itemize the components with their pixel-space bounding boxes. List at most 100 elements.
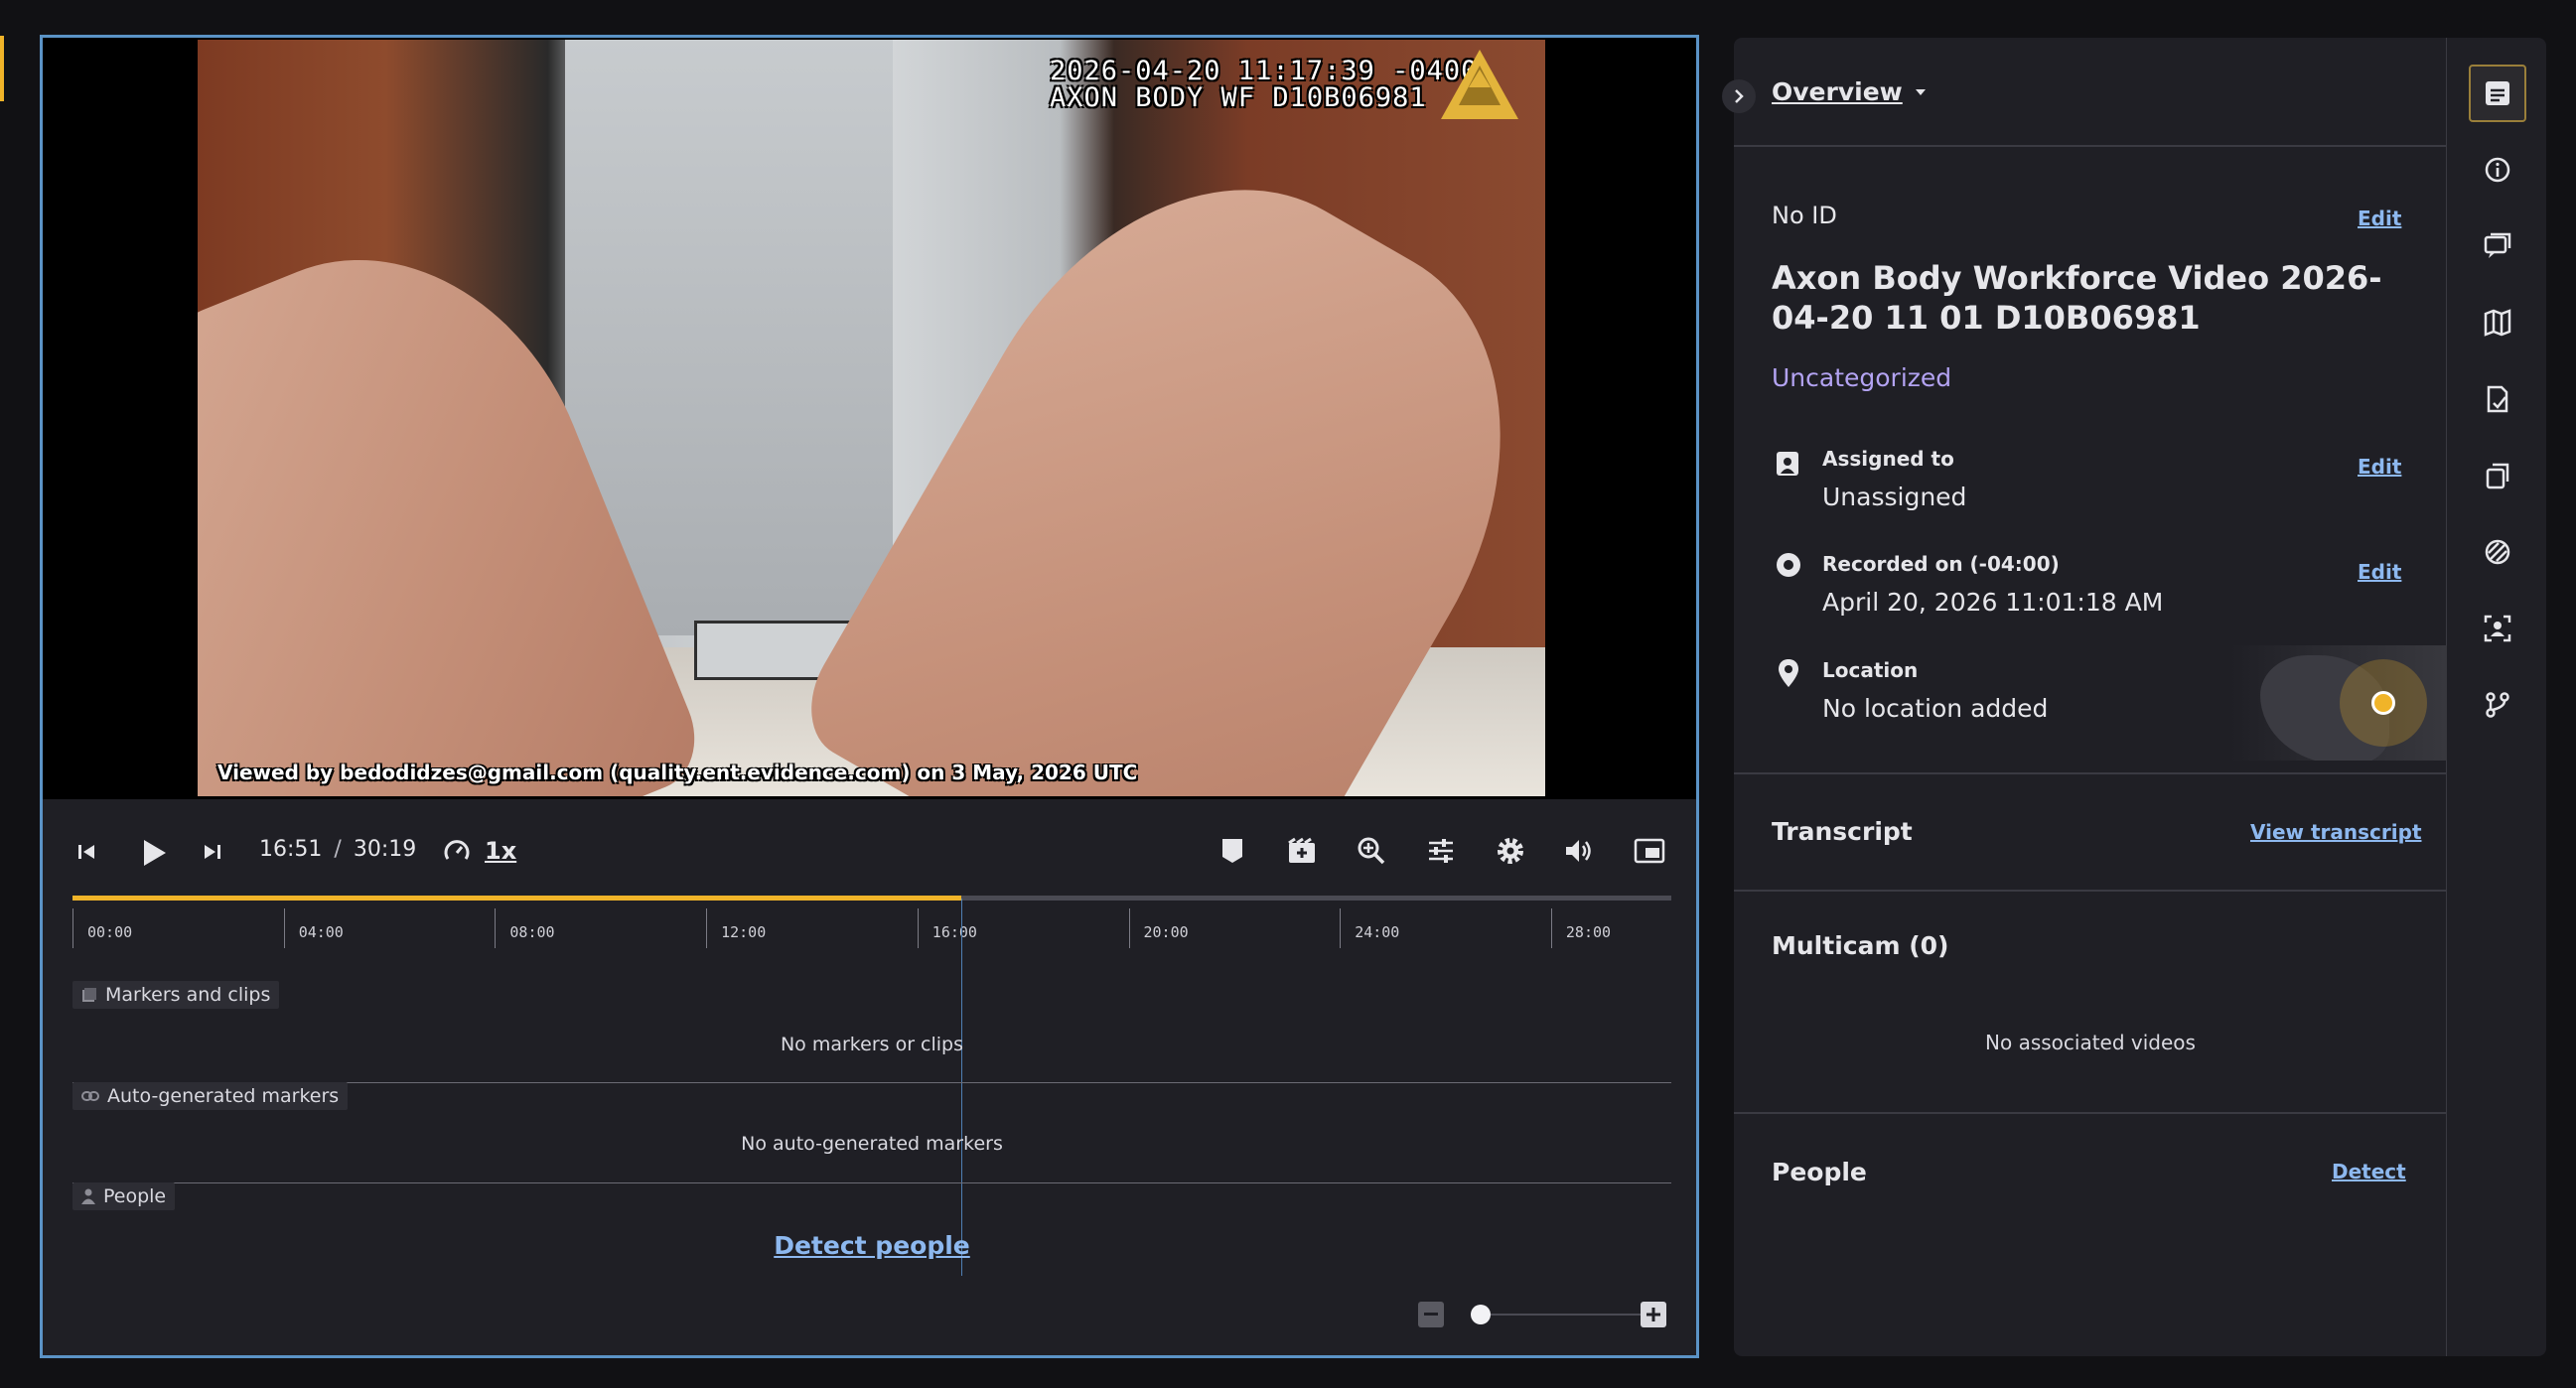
rail-info-button[interactable]	[2469, 141, 2526, 199]
zoom-slider-thumb[interactable]	[1471, 1305, 1491, 1324]
bookmark-icon	[1222, 839, 1242, 863]
timeline-tick-label: 28:00	[1565, 923, 1612, 941]
category-link[interactable]: Uncategorized	[1772, 363, 1951, 392]
volume-icon	[1566, 840, 1591, 862]
transcript-heading: Transcript	[1772, 817, 1913, 846]
rail-copies-button[interactable]	[2469, 447, 2526, 504]
collapse-panel-button[interactable]	[1722, 79, 1756, 113]
video-player: 2026-04-20 11:17:39 -0400 AXON BODY WF D…	[40, 35, 1699, 1358]
progress-track[interactable]	[72, 896, 1671, 901]
location-label: Location	[1822, 658, 1919, 682]
rail-redaction-button[interactable]	[2469, 523, 2526, 581]
gear-icon	[1498, 838, 1523, 864]
timeline-tick: 08:00	[495, 908, 555, 948]
volume-button[interactable]	[1560, 831, 1600, 871]
people-label: People	[103, 1185, 167, 1207]
timeline-tick: 16:00	[917, 908, 977, 948]
markers-empty-message: No markers or clips	[780, 1034, 964, 1055]
caret-down-icon	[1915, 88, 1926, 95]
location-map-thumbnail[interactable]	[2230, 645, 2447, 761]
timeline-tick-label: 24:00	[1355, 923, 1400, 941]
playback-speed[interactable]: 1x	[485, 837, 516, 865]
speed-gauge-button[interactable]	[440, 835, 474, 869]
adjustments-button[interactable]	[1421, 831, 1461, 871]
link-icon	[81, 1091, 99, 1101]
fullscreen-button[interactable]	[1630, 831, 1669, 871]
zoom-out-button[interactable]	[1418, 1302, 1444, 1327]
step-back-button[interactable]	[72, 837, 102, 867]
minus-icon	[1424, 1313, 1438, 1316]
auto-markers-empty-message: No auto-generated markers	[741, 1133, 1003, 1155]
detail-column: Overview No ID Edit Axon Body Workforce …	[1722, 38, 2447, 1356]
edit-id-link[interactable]: Edit	[2358, 207, 2401, 230]
app-root: 2026-04-20 11:17:39 -0400 AXON BODY WF D…	[0, 0, 2576, 1388]
assignee-badge-icon	[1777, 452, 1798, 476]
timeline-tick-label: 20:00	[1143, 923, 1189, 941]
people-heading: People	[1772, 1158, 1867, 1186]
timeline-ruler[interactable]: 00:00 04:00 08:00 12:00 16:00 20:00 24:00 28:00	[72, 908, 1671, 948]
timeline-tick-label: 00:00	[87, 923, 133, 941]
edit-assignee-link[interactable]: Edit	[2358, 455, 2401, 479]
assigned-label: Assigned to	[1822, 447, 1954, 471]
assigned-value: Unassigned	[1822, 483, 1967, 511]
overview-label: Overview	[1772, 77, 1903, 106]
time-display: 16:51 / 30:19	[259, 837, 416, 862]
marker-button[interactable]	[1213, 831, 1252, 871]
current-time: 16:51	[259, 837, 323, 862]
timeline-tick: 04:00	[283, 908, 344, 948]
osd-device: AXON BODY WF D10B06981	[1050, 82, 1427, 113]
timeline-tick: 24:00	[1340, 908, 1399, 948]
recorded-value: April 20, 2026 11:01:18 AM	[1822, 588, 2164, 617]
time-separator: /	[334, 837, 342, 862]
map-pin-icon	[1779, 659, 1798, 687]
timeline-tick: 28:00	[1550, 908, 1611, 948]
detect-link[interactable]: Detect	[2332, 1160, 2406, 1183]
evidence-id: No ID	[1772, 202, 1837, 229]
timeline-tick: 00:00	[72, 908, 132, 948]
step-forward-button[interactable]	[197, 837, 226, 867]
timeline-tick-label: 08:00	[509, 923, 555, 941]
map-icon	[2484, 309, 2511, 337]
multicam-heading: Multicam (0)	[1772, 931, 1949, 960]
clapperboard-icon	[1288, 837, 1315, 863]
zoom-slider-track[interactable]	[1471, 1305, 1649, 1324]
multicam-empty-message: No associated videos	[1985, 1031, 2196, 1054]
transcript-divider	[1734, 890, 2447, 892]
zoom-in-icon	[1358, 837, 1385, 865]
clip-button[interactable]	[1282, 831, 1322, 871]
rail-comments-button[interactable]	[2469, 217, 2526, 275]
rail-overview-button[interactable]	[2469, 65, 2526, 122]
auto-markers-section-tag: Auto-generated markers	[72, 1082, 349, 1110]
person-icon	[81, 1188, 95, 1204]
face-detect-icon	[2484, 615, 2511, 642]
location-value: No location added	[1822, 694, 2049, 723]
playhead[interactable]	[961, 899, 963, 1276]
branch-icon	[2486, 692, 2509, 718]
plus-icon	[1646, 1308, 1660, 1321]
recorded-label: Recorded on (-04:00)	[1822, 552, 2060, 576]
rail-branch-button[interactable]	[2469, 676, 2526, 734]
copies-icon	[2486, 463, 2509, 489]
rail-face-detect-button[interactable]	[2469, 600, 2526, 657]
rail-map-button[interactable]	[2469, 294, 2526, 351]
view-transcript-link[interactable]: View transcript	[2250, 820, 2422, 844]
zoom-in-timeline-button[interactable]	[1641, 1302, 1666, 1327]
overview-dropdown[interactable]: Overview	[1772, 77, 1927, 106]
overview-divider	[1734, 145, 2447, 147]
speed-gauge-icon	[444, 840, 470, 860]
rail-audit-button[interactable]	[2469, 370, 2526, 428]
left-accent-bar	[0, 36, 4, 101]
play-icon	[144, 840, 166, 866]
video-viewport[interactable]: 2026-04-20 11:17:39 -0400 AXON BODY WF D…	[43, 38, 1696, 799]
detect-people-link[interactable]: Detect people	[774, 1231, 970, 1260]
timeline-tick: 20:00	[1128, 908, 1189, 948]
step-forward-icon	[205, 845, 220, 859]
multicam-divider	[1734, 1112, 2447, 1114]
redaction-icon	[2485, 539, 2510, 565]
details-panel: Overview No ID Edit Axon Body Workforce …	[1722, 38, 2546, 1356]
video-frame[interactable]: 2026-04-20 11:17:39 -0400 AXON BODY WF D…	[198, 40, 1545, 796]
play-button[interactable]	[134, 833, 174, 873]
zoom-button[interactable]	[1352, 831, 1391, 871]
settings-button[interactable]	[1491, 831, 1530, 871]
edit-recorded-link[interactable]: Edit	[2358, 560, 2401, 584]
